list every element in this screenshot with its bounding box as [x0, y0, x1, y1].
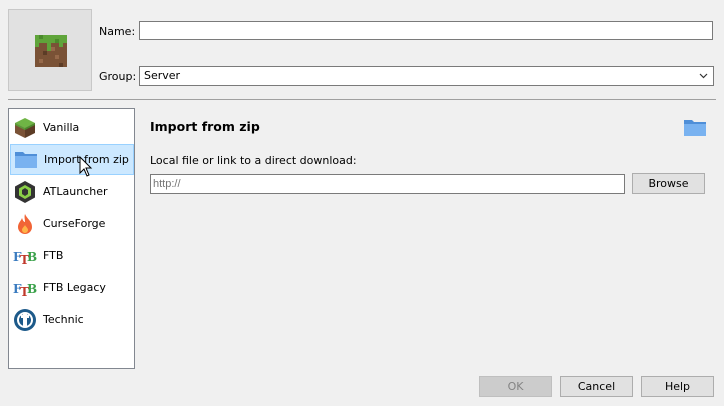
- curseforge-flame-icon: [13, 212, 37, 236]
- name-label: Name:: [99, 25, 136, 38]
- group-select[interactable]: Server: [139, 66, 714, 86]
- cancel-button[interactable]: Cancel: [560, 376, 633, 397]
- sidebar-item-label: ATLauncher: [43, 185, 108, 198]
- sidebar-item-label: Vanilla: [43, 121, 80, 134]
- ftb-icon: F T B: [13, 276, 37, 300]
- source-sidebar: Vanilla Import from zip ATLauncher Curse…: [8, 108, 135, 369]
- source-label: Local file or link to a direct download:: [150, 154, 357, 167]
- grass-block-icon: [13, 116, 37, 140]
- sidebar-item-import-zip[interactable]: Import from zip: [10, 144, 134, 175]
- header-divider: [8, 99, 716, 100]
- grass-block-icon: [35, 35, 67, 67]
- sidebar-item-label: FTB: [43, 249, 64, 262]
- group-label: Group:: [99, 70, 137, 83]
- svg-text:B: B: [27, 282, 37, 296]
- browse-button[interactable]: Browse: [632, 173, 705, 194]
- sidebar-item-ftb[interactable]: F T B FTB: [10, 240, 134, 271]
- name-input[interactable]: [139, 21, 713, 40]
- sidebar-item-atlauncher[interactable]: ATLauncher: [10, 176, 134, 207]
- panel-title: Import from zip: [150, 119, 260, 134]
- sidebar-item-vanilla[interactable]: Vanilla: [10, 112, 134, 143]
- sidebar-item-technic[interactable]: Technic: [10, 304, 134, 335]
- sidebar-item-label: FTB Legacy: [43, 281, 106, 294]
- ftb-icon: F T B: [13, 244, 37, 268]
- sidebar-item-label: Technic: [43, 313, 84, 326]
- instance-icon-button[interactable]: [8, 9, 92, 91]
- help-button[interactable]: Help: [641, 376, 714, 397]
- atlauncher-icon: [13, 180, 37, 204]
- sidebar-item-ftb-legacy[interactable]: F T B FTB Legacy: [10, 272, 134, 303]
- folder-icon: [684, 120, 706, 136]
- mouse-cursor-icon: [79, 156, 93, 177]
- sidebar-item-curseforge[interactable]: CurseForge: [10, 208, 134, 239]
- group-select-value: Server: [144, 69, 181, 82]
- svg-text:B: B: [27, 250, 37, 264]
- url-input[interactable]: [150, 174, 625, 194]
- ok-button[interactable]: OK: [479, 376, 552, 397]
- chevron-down-icon: [699, 73, 708, 79]
- folder-icon: [14, 148, 38, 172]
- sidebar-item-label: CurseForge: [43, 217, 106, 230]
- technic-icon: [13, 308, 37, 332]
